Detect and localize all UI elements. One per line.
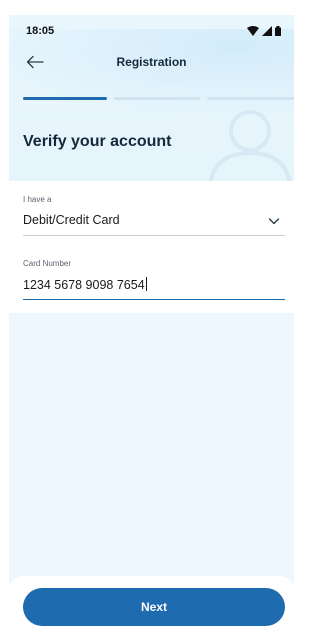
verification-form: I have a Debit/Credit Card Card Number 1… — [9, 181, 294, 313]
card-number-underline — [23, 299, 285, 300]
card-number-label: Card Number — [23, 259, 72, 268]
card-type-select[interactable]: Debit/Credit Card — [23, 213, 120, 227]
chevron-down-icon[interactable] — [267, 214, 281, 228]
app-screen: 18:05 Registration Verify your account I… — [9, 15, 294, 642]
progress-step-3 — [207, 97, 294, 100]
person-illustration — [208, 110, 292, 181]
progress-step-1 — [23, 97, 107, 100]
step-progress — [23, 97, 294, 100]
status-bar: 18:05 — [9, 15, 294, 47]
header-area: 18:05 Registration Verify your account — [9, 15, 294, 181]
status-icons — [247, 26, 281, 36]
app-bar: Registration — [9, 47, 294, 77]
status-time: 18:05 — [26, 25, 55, 37]
next-button[interactable]: Next — [23, 588, 285, 626]
text-cursor — [145, 277, 147, 291]
card-number-value: 1234 5678 9098 7654 — [23, 278, 145, 292]
wifi-icon — [247, 26, 259, 36]
section-heading: Verify your account — [23, 133, 172, 150]
bottom-sheet: Next — [9, 576, 294, 642]
card-number-input[interactable]: 1234 5678 9098 7654 — [23, 277, 147, 292]
card-type-label: I have a — [23, 195, 52, 204]
battery-icon — [275, 26, 281, 36]
card-type-underline — [23, 235, 285, 236]
page-title: Registration — [116, 55, 187, 69]
progress-step-2 — [114, 97, 200, 100]
signal-icon — [262, 26, 272, 36]
